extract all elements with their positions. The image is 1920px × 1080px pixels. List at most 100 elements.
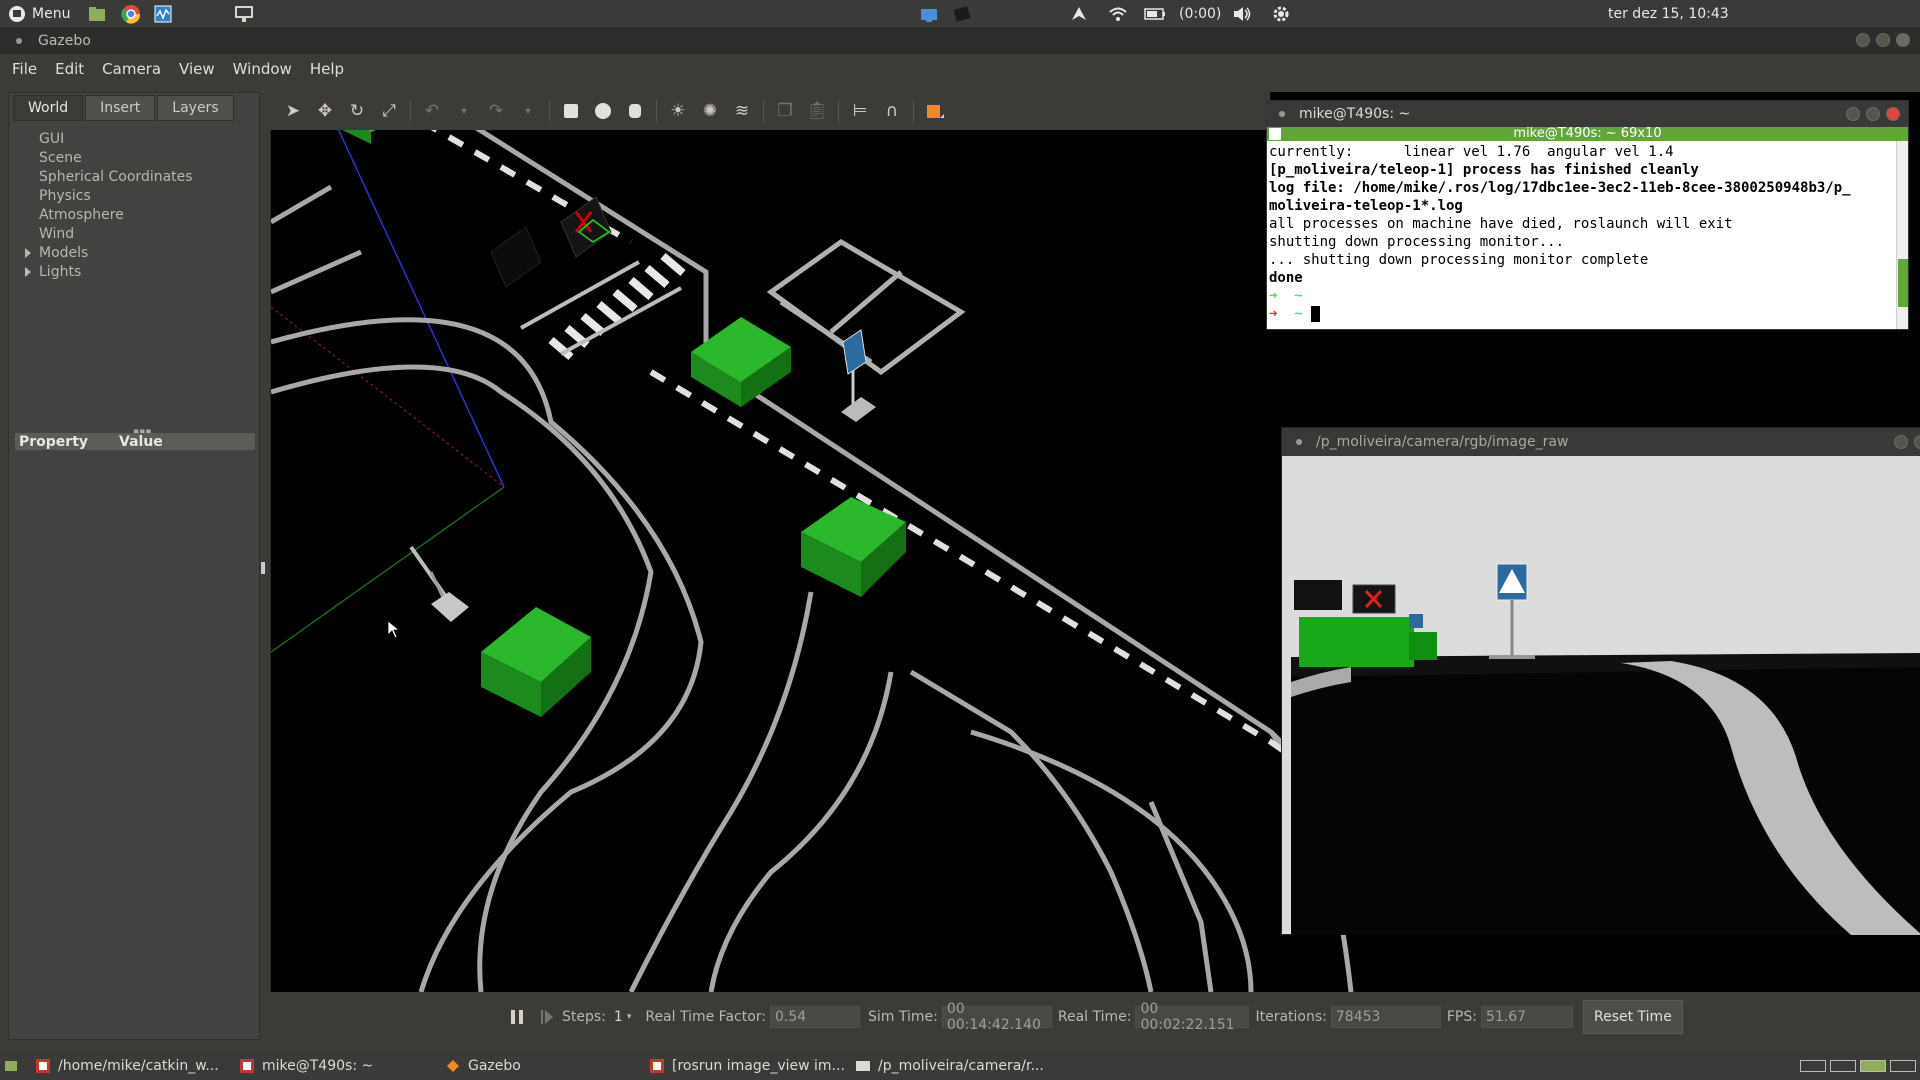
select-mode-icon[interactable]: ➤ bbox=[282, 100, 304, 122]
menu-window[interactable]: Window bbox=[233, 60, 292, 78]
crosswalk-sign[interactable] bbox=[841, 329, 876, 422]
taskbar-item-image-view-terminal[interactable]: [rosrun image_view im... bbox=[650, 1052, 845, 1080]
tree-item-scene[interactable]: Scene bbox=[17, 148, 257, 167]
network-indicator-icon[interactable] bbox=[918, 0, 940, 27]
terminator-icon[interactable] bbox=[1269, 128, 1281, 140]
change-view-icon[interactable] bbox=[924, 100, 946, 122]
maximize-button[interactable] bbox=[1866, 107, 1880, 121]
tab-layers[interactable]: Layers bbox=[157, 95, 234, 121]
menu-button[interactable]: Menu bbox=[8, 0, 70, 27]
undo-history-chevron-icon[interactable]: ▾ bbox=[453, 100, 475, 122]
workspace-2[interactable] bbox=[1830, 1060, 1856, 1072]
menu-camera[interactable]: Camera bbox=[102, 60, 161, 78]
workspace-4[interactable] bbox=[1890, 1060, 1916, 1072]
terminal-window[interactable]: mike@T490s: ~ mike@T490s: ~ 69x10 curren… bbox=[1266, 100, 1909, 330]
maximize-button[interactable] bbox=[1914, 435, 1920, 449]
steps-spinner-chevron-icon[interactable]: ▾ bbox=[627, 1012, 632, 1022]
tree-item-physics[interactable]: Physics bbox=[17, 186, 257, 205]
menu-help[interactable]: Help bbox=[310, 60, 344, 78]
redo-history-chevron-icon[interactable]: ▾ bbox=[517, 100, 539, 122]
terminal-output[interactable]: currently: linear vel 1.76 angular vel 1… bbox=[1267, 141, 1908, 325]
paste-icon[interactable]: 📋︎ bbox=[806, 100, 828, 122]
tree-item-models[interactable]: Models bbox=[17, 243, 257, 262]
screen-launcher-icon[interactable] bbox=[234, 0, 254, 27]
menu-file[interactable]: File bbox=[12, 60, 37, 78]
taskbar-item-catkin-terminal[interactable]: /home/mike/catkin_w... bbox=[36, 1052, 219, 1080]
reset-time-button[interactable]: Reset Time bbox=[1582, 999, 1683, 1034]
system-monitor-launcher-icon[interactable] bbox=[154, 0, 172, 27]
files-launcher-icon[interactable] bbox=[88, 0, 106, 27]
property-column-header: Property bbox=[19, 433, 89, 450]
gazebo-statusbar: Steps: 1 ▾ Real Time Factor: 0.54 Sim Ti… bbox=[270, 993, 1920, 1040]
menu-view[interactable]: View bbox=[179, 60, 215, 78]
spot-light-icon[interactable]: ✺ bbox=[699, 100, 721, 122]
minimize-button[interactable] bbox=[1856, 33, 1870, 47]
taskbar-item-mike-terminal[interactable]: mike@T490s: ~ bbox=[240, 1052, 373, 1080]
align-icon[interactable]: ⊨ bbox=[849, 100, 871, 122]
wifi-icon[interactable] bbox=[1108, 0, 1128, 27]
cylinder-shape-icon[interactable] bbox=[624, 100, 646, 122]
tab-insert[interactable]: Insert bbox=[85, 95, 156, 121]
panel-collapse-handle[interactable] bbox=[261, 562, 265, 574]
taskbar-item-camera-window[interactable]: /p_moliveira/camera/r... bbox=[856, 1052, 1044, 1080]
prompt-line-active[interactable]: ➜ ~ _ bbox=[1269, 305, 1906, 323]
clock[interactable]: ter dez 15, 10:43 bbox=[1608, 0, 1729, 27]
pause-icon[interactable] bbox=[510, 1009, 524, 1025]
close-button[interactable] bbox=[1886, 107, 1900, 121]
tree-item-atmosphere[interactable]: Atmosphere bbox=[17, 205, 257, 224]
redo-icon[interactable]: ↷ bbox=[485, 100, 507, 122]
expand-arrow-icon[interactable] bbox=[25, 247, 31, 258]
chrome-launcher-icon[interactable] bbox=[121, 0, 141, 27]
maximize-button[interactable] bbox=[1876, 33, 1890, 47]
green-box-3[interactable] bbox=[481, 607, 591, 717]
black-panel[interactable] bbox=[490, 226, 542, 288]
tab-world[interactable]: World bbox=[13, 95, 84, 121]
camera-parking-sign-icon bbox=[1409, 614, 1423, 628]
scale-mode-icon[interactable]: ⤢ bbox=[378, 100, 400, 122]
rotate-mode-icon[interactable]: ↻ bbox=[346, 100, 368, 122]
step-icon[interactable] bbox=[540, 1009, 554, 1025]
tree-item-gui[interactable]: GUI bbox=[17, 129, 257, 148]
workspace-switcher[interactable] bbox=[1800, 1052, 1916, 1080]
gazebo-titlebar[interactable]: Gazebo bbox=[0, 27, 1920, 54]
undo-icon[interactable]: ↶ bbox=[421, 100, 443, 122]
camera-image[interactable] bbox=[1291, 457, 1920, 935]
sphere-shape-icon[interactable] bbox=[592, 100, 614, 122]
workspace-1[interactable] bbox=[1800, 1060, 1826, 1072]
directional-light-icon[interactable]: ≋ bbox=[731, 100, 753, 122]
minimize-button[interactable] bbox=[1846, 107, 1860, 121]
steps-spinner[interactable]: 1 bbox=[614, 1009, 623, 1025]
window-menu-dot-icon[interactable] bbox=[16, 37, 22, 44]
camera-image-window[interactable]: /p_moliveira/camera/rgb/image_raw bbox=[1281, 427, 1920, 935]
window-menu-dot-icon[interactable] bbox=[1296, 439, 1302, 445]
terminal-scrollbar-thumb[interactable] bbox=[1898, 259, 1908, 307]
box-shape-icon[interactable] bbox=[560, 100, 582, 122]
close-button[interactable] bbox=[1896, 33, 1910, 47]
copy-icon[interactable]: ❐ bbox=[774, 100, 796, 122]
show-desktop-icon[interactable] bbox=[4, 1052, 18, 1080]
taskbar-item-gazebo[interactable]: Gazebo bbox=[446, 1052, 521, 1080]
gazebo-menubar: File Edit Camera View Window Help bbox=[0, 54, 1920, 84]
snap-icon[interactable]: ∩ bbox=[881, 100, 903, 122]
tray-app-icon[interactable] bbox=[952, 0, 974, 27]
tree-item-wind[interactable]: Wind bbox=[17, 224, 257, 243]
settings-gear-icon[interactable] bbox=[1272, 0, 1290, 27]
updates-icon[interactable] bbox=[1070, 0, 1088, 27]
sign-stand[interactable] bbox=[409, 545, 469, 622]
terminal-titlebar[interactable]: mike@T490s: ~ bbox=[1267, 101, 1908, 127]
tree-item-lights[interactable]: Lights bbox=[17, 262, 257, 281]
workspace-3[interactable] bbox=[1860, 1060, 1886, 1072]
volume-icon[interactable] bbox=[1232, 0, 1252, 27]
terminal-scrollbar[interactable] bbox=[1896, 141, 1908, 329]
tree-item-spherical-coordinates[interactable]: Spherical Coordinates bbox=[17, 167, 257, 186]
point-light-icon[interactable]: ☀ bbox=[667, 100, 689, 122]
expand-arrow-icon[interactable] bbox=[25, 266, 31, 277]
window-menu-dot-icon[interactable] bbox=[1279, 111, 1285, 117]
minimize-button[interactable] bbox=[1894, 435, 1908, 449]
prompt-arrow: ➜ bbox=[1269, 288, 1278, 304]
translate-mode-icon[interactable]: ✥ bbox=[314, 100, 336, 122]
taskbar-item-label: /home/mike/catkin_w... bbox=[58, 1058, 219, 1074]
battery-icon[interactable] bbox=[1144, 0, 1166, 27]
menu-edit[interactable]: Edit bbox=[55, 60, 84, 78]
camera-titlebar[interactable]: /p_moliveira/camera/rgb/image_raw bbox=[1282, 428, 1920, 456]
